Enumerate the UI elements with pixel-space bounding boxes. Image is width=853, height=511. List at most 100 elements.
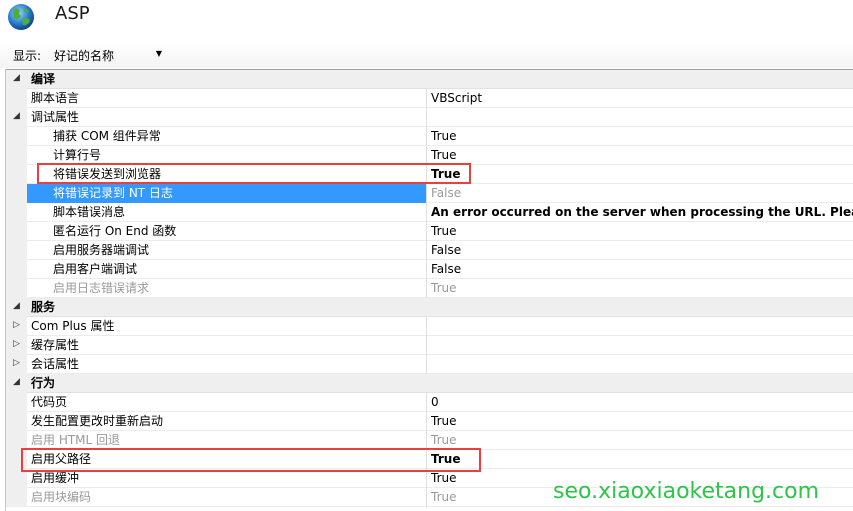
- property-name: 缓存属性: [27, 336, 427, 355]
- row-gutter: [6, 203, 27, 222]
- row-gutter: [6, 279, 27, 298]
- display-dropdown[interactable]: 好记的名称 ▼: [48, 45, 166, 65]
- property-name: 脚本错误消息: [27, 203, 427, 222]
- property-row-client-debug[interactable]: 启用客户端调试 False: [6, 260, 853, 279]
- property-row-script-error-message[interactable]: 脚本错误消息 An error occurred on the server w…: [6, 203, 853, 222]
- property-name: 脚本语言: [27, 89, 427, 108]
- property-name: 会话属性: [27, 355, 427, 374]
- property-row-calc-line[interactable]: 计算行号 True: [6, 146, 853, 165]
- row-gutter: ◢: [6, 108, 27, 127]
- category-label: 编译: [31, 72, 56, 86]
- property-row-session[interactable]: ▷ 会话属性: [6, 355, 853, 374]
- category-behavior[interactable]: ◢ 行为: [6, 374, 853, 393]
- expand-icon[interactable]: ▷: [13, 339, 20, 349]
- property-name: 调试属性: [27, 108, 427, 127]
- property-value[interactable]: True: [427, 450, 853, 469]
- row-gutter: ◢: [6, 298, 27, 317]
- property-name: 代码页: [27, 393, 427, 412]
- property-row-catch-com[interactable]: 捕获 COM 组件异常 True: [6, 127, 853, 146]
- row-gutter: [6, 241, 27, 260]
- row-gutter: [6, 260, 27, 279]
- row-gutter: [6, 412, 27, 431]
- property-grid: ◢ 编译 脚本语言 VBScript ◢ 调试属性 捕获 COM 组件异常 Tr…: [5, 69, 853, 511]
- property-row-debug[interactable]: ◢ 调试属性: [6, 108, 853, 127]
- row-gutter: [6, 469, 27, 488]
- row-gutter: ▷: [6, 317, 27, 336]
- row-gutter: ◢: [6, 70, 27, 89]
- category-label: 行为: [31, 376, 56, 390]
- page-title: ASP: [55, 3, 90, 24]
- display-dropdown-value: 好记的名称: [54, 49, 115, 63]
- display-toolbar: 显示: 好记的名称 ▼: [0, 42, 853, 68]
- property-name: 捕获 COM 组件异常: [27, 127, 427, 146]
- row-gutter: ▷: [6, 355, 27, 374]
- property-row-restart-on-change[interactable]: 发生配置更改时重新启动 True: [6, 412, 853, 431]
- property-row-anon-onend[interactable]: 匿名运行 On End 函数 True: [6, 222, 853, 241]
- property-row-send-errors[interactable]: 将错误发送到浏览器 True: [6, 165, 853, 184]
- property-name: 启用客户端调试: [27, 260, 427, 279]
- property-value[interactable]: True: [427, 222, 853, 241]
- row-gutter: [6, 222, 27, 241]
- property-value[interactable]: 0: [427, 393, 853, 412]
- property-value[interactable]: False: [427, 241, 853, 260]
- dropdown-arrow-icon: ▼: [155, 49, 162, 58]
- category-label: 服务: [31, 300, 56, 314]
- globe-icon: [8, 4, 34, 30]
- category-compile[interactable]: ◢ 编译: [6, 70, 853, 89]
- collapse-icon[interactable]: ◢: [13, 377, 20, 387]
- property-name: 将错误发送到浏览器: [27, 165, 427, 184]
- property-name: 启用 HTML 回退: [27, 431, 427, 450]
- property-name: 启用父路径: [27, 450, 427, 469]
- property-name: 计算行号: [27, 146, 427, 165]
- property-value[interactable]: An error occurred on the server when pro…: [427, 203, 853, 222]
- display-label: 显示:: [13, 49, 42, 63]
- row-gutter: [6, 165, 27, 184]
- property-row-script-language[interactable]: 脚本语言 VBScript: [6, 89, 853, 108]
- property-row-cache[interactable]: ▷ 缓存属性: [6, 336, 853, 355]
- property-value: [427, 317, 853, 336]
- collapse-icon[interactable]: ◢: [13, 111, 20, 121]
- property-name: 启用块编码: [27, 488, 427, 507]
- property-value[interactable]: True: [427, 431, 853, 450]
- row-gutter: [6, 89, 27, 108]
- property-value[interactable]: True: [427, 412, 853, 431]
- category-services[interactable]: ◢ 服务: [6, 298, 853, 317]
- property-row-log-nt[interactable]: 将错误记录到 NT 日志 False: [6, 184, 853, 203]
- property-name: 匿名运行 On End 函数: [27, 222, 427, 241]
- property-row-parent-paths[interactable]: 启用父路径 True: [6, 450, 853, 469]
- property-row-server-debug[interactable]: 启用服务器端调试 False: [6, 241, 853, 260]
- property-row-com-plus[interactable]: ▷ Com Plus 属性: [6, 317, 853, 336]
- property-name: 发生配置更改时重新启动: [27, 412, 427, 431]
- property-value[interactable]: False: [427, 184, 853, 203]
- row-gutter: [6, 127, 27, 146]
- property-row-code-page[interactable]: 代码页 0: [6, 393, 853, 412]
- property-row-log-error-requests[interactable]: 启用日志错误请求 True: [6, 279, 853, 298]
- expand-icon[interactable]: ▷: [13, 358, 20, 368]
- property-name: 启用服务器端调试: [27, 241, 427, 260]
- property-value: [427, 355, 853, 374]
- property-value[interactable]: True: [427, 146, 853, 165]
- row-gutter: [6, 450, 27, 469]
- collapse-icon[interactable]: ◢: [13, 73, 20, 83]
- row-gutter: [6, 393, 27, 412]
- property-name: 将错误记录到 NT 日志: [27, 184, 427, 203]
- row-gutter: ◢: [6, 374, 27, 393]
- property-value[interactable]: True: [427, 165, 853, 184]
- row-gutter: [6, 431, 27, 450]
- watermark: seo.xiaoxiaoketang.com: [553, 479, 820, 504]
- header: ASP: [0, 0, 853, 40]
- row-gutter: [6, 146, 27, 165]
- property-name: 启用缓冲: [27, 469, 427, 488]
- row-gutter: [6, 184, 27, 203]
- row-gutter: ▷: [6, 336, 27, 355]
- row-gutter: [6, 488, 27, 507]
- property-value[interactable]: True: [427, 127, 853, 146]
- property-name: Com Plus 属性: [27, 317, 427, 336]
- property-name: 启用日志错误请求: [27, 279, 427, 298]
- property-row-html-fallback[interactable]: 启用 HTML 回退 True: [6, 431, 853, 450]
- property-value[interactable]: True: [427, 279, 853, 298]
- property-value[interactable]: VBScript: [427, 89, 853, 108]
- collapse-icon[interactable]: ◢: [13, 301, 20, 311]
- property-value[interactable]: False: [427, 260, 853, 279]
- expand-icon[interactable]: ▷: [13, 320, 20, 330]
